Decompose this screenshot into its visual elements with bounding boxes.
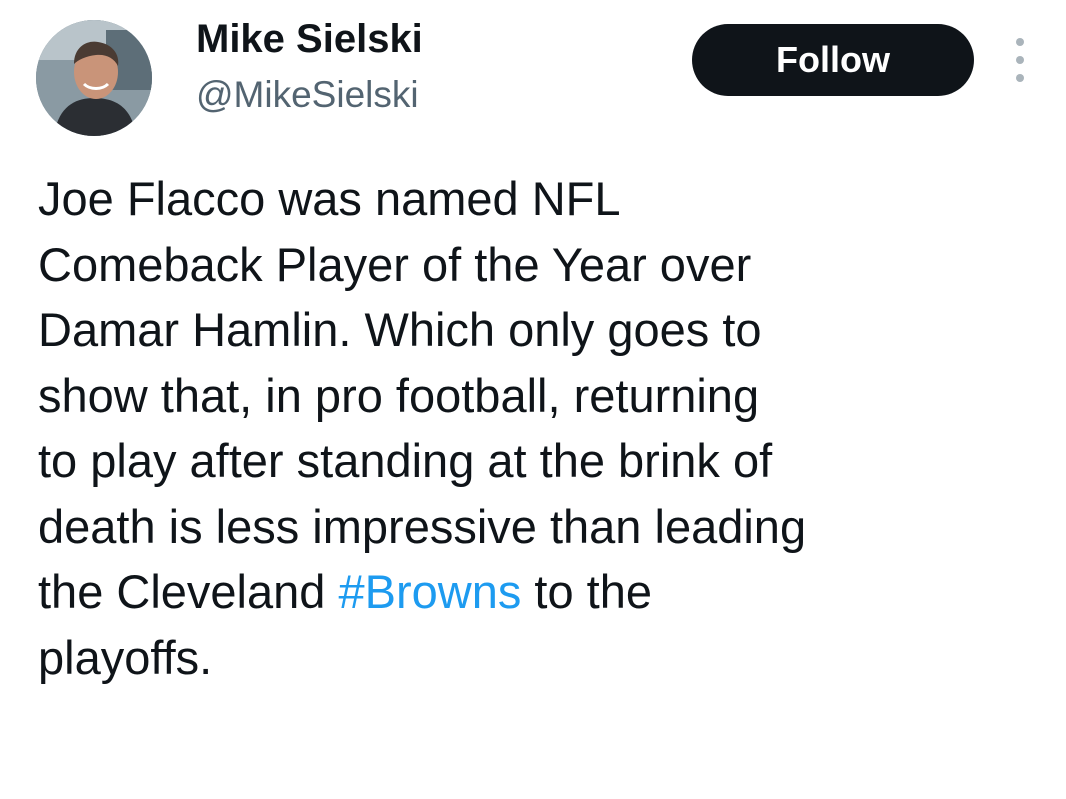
vertical-ellipsis-icon[interactable] (1004, 34, 1036, 86)
avatar[interactable] (36, 20, 152, 136)
ellipsis-dot (1016, 56, 1024, 64)
profile-photo-icon (36, 20, 152, 136)
ellipsis-dot (1016, 38, 1024, 46)
follow-button[interactable]: Follow (692, 24, 974, 96)
tweet-line: Comeback Player of the Year over (38, 237, 752, 291)
tweet-line: the Cleveland #Browns to the (38, 559, 1048, 625)
tweet-line: Damar Hamlin. Which only goes to (38, 303, 762, 356)
ellipsis-dot (1016, 74, 1024, 82)
hashtag-link[interactable]: #Browns (338, 565, 521, 618)
author-display-name[interactable]: Mike Sielski (196, 14, 423, 64)
tweet-line: death is less impressive than leading (38, 499, 807, 553)
tweet-line: Joe Flacco was named NFL (38, 172, 621, 225)
tweet-line: show that, in pro football, returning (38, 368, 760, 422)
tweet-line: to play after standing at the brink of (38, 434, 773, 487)
author-handle[interactable]: @MikeSielski (196, 72, 419, 118)
tweet-line: playoffs. (38, 630, 213, 684)
tweet-card: Mike Sielski @MikeSielski Follow Joe Fla… (0, 0, 1066, 799)
tweet-text-segment: the Cleveland (38, 565, 339, 618)
tweet-text: Joe Flacco was named NFL Comeback Player… (38, 166, 1048, 690)
tweet-text-segment: to the (521, 565, 652, 618)
